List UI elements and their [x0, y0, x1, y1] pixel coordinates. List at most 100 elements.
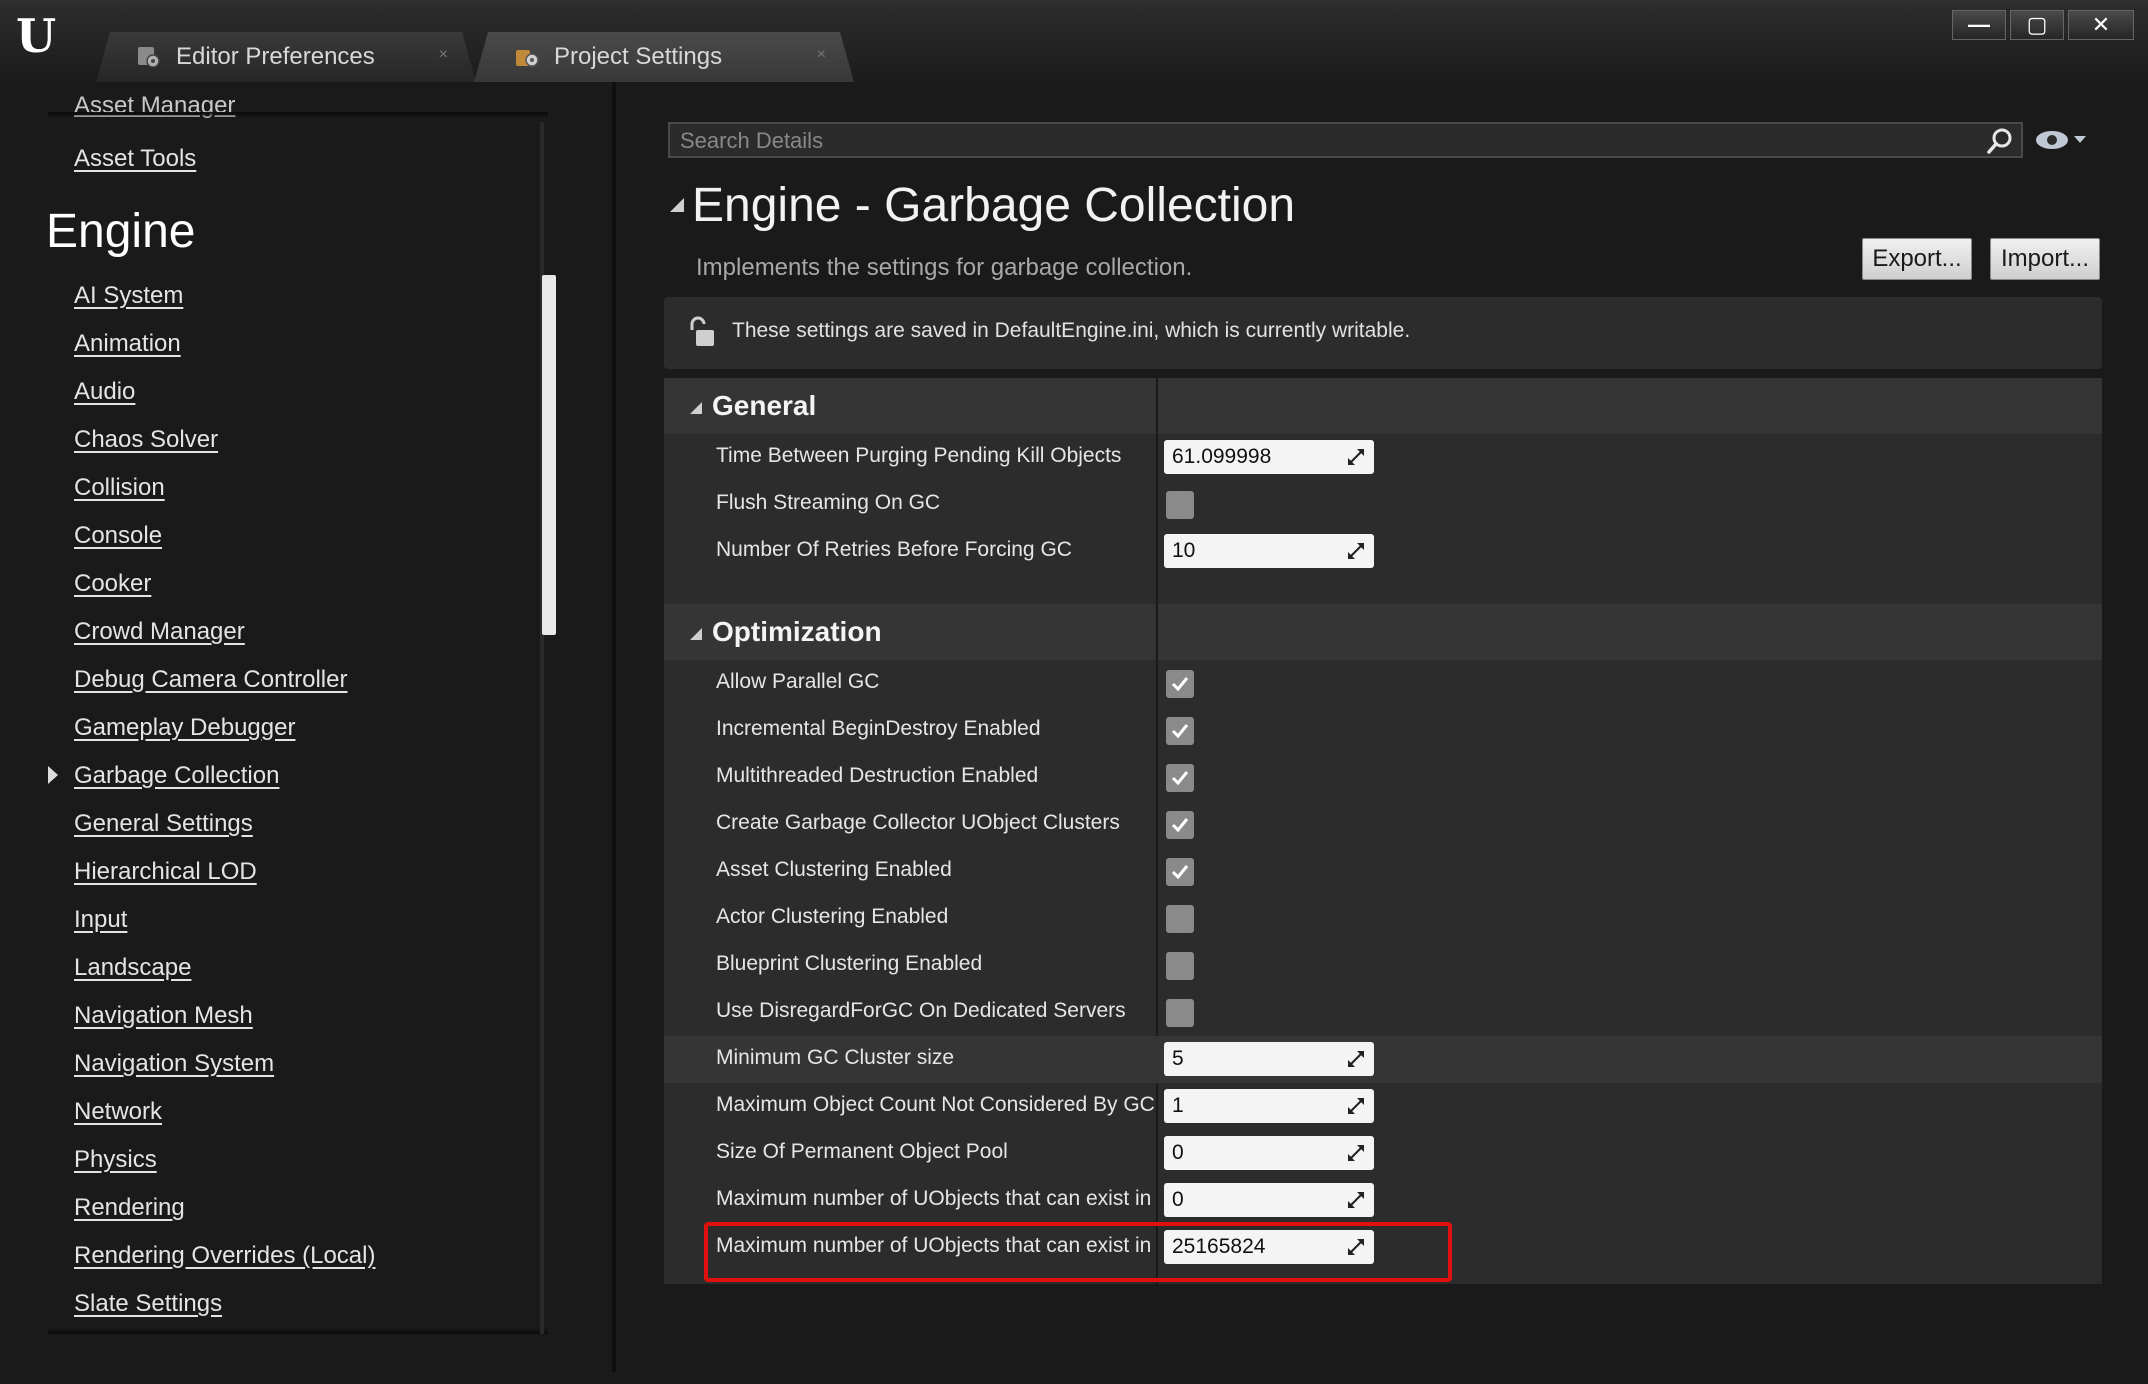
- tab-editor-preferences[interactable]: Editor Preferences ×: [96, 32, 476, 82]
- sidebar-item-input[interactable]: Input: [74, 906, 127, 934]
- main-area: Asset Manager Asset Tools Engine AI Syst…: [0, 82, 2148, 1384]
- sidebar-section-engine: Engine: [46, 205, 196, 258]
- checkbox-unchecked[interactable]: [1166, 952, 1194, 980]
- property-label: Allow Parallel GC: [716, 670, 880, 693]
- property-row: Incremental BeginDestroy Enabled: [664, 707, 2102, 754]
- sidebar-item-general-settings[interactable]: General Settings: [74, 810, 253, 838]
- property-row: Maximum number of UObjects that can exis…: [664, 1177, 2102, 1224]
- collapse-arrow-icon[interactable]: [670, 198, 684, 212]
- minimize-icon: —: [1968, 12, 1990, 37]
- export-button[interactable]: Export...: [1862, 238, 1972, 280]
- sidebar-item-network[interactable]: Network: [74, 1098, 162, 1126]
- sidebar-item-audio[interactable]: Audio: [74, 378, 135, 406]
- view-options-eye-icon[interactable]: [2034, 128, 2090, 152]
- number-value: 5: [1172, 1047, 1184, 1070]
- sidebar-item-landscape[interactable]: Landscape: [74, 954, 191, 982]
- property-row: Blueprint Clustering Enabled: [664, 942, 2102, 989]
- spin-arrows-icon[interactable]: [1346, 1143, 1366, 1163]
- sidebar-bottom-shadow: [48, 1328, 548, 1334]
- close-tab-icon[interactable]: ×: [439, 46, 448, 64]
- property-row: Maximum Object Count Not Considered By G…: [664, 1083, 2102, 1130]
- sidebar-item-debug-camera-controller[interactable]: Debug Camera Controller: [74, 666, 347, 694]
- number-input[interactable]: 10: [1164, 534, 1374, 568]
- property-label: Maximum number of UObjects that can exis…: [716, 1187, 1152, 1210]
- property-row: Use DisregardForGC On Dedicated Servers: [664, 989, 2102, 1036]
- sidebar-item-slate-settings[interactable]: Slate Settings: [74, 1290, 222, 1318]
- panel-splitter[interactable]: [612, 82, 616, 1372]
- close-window-button[interactable]: ✕: [2068, 10, 2134, 40]
- logo-text: U: [15, 9, 57, 63]
- property-label: Create Garbage Collector UObject Cluster…: [716, 811, 1120, 834]
- project-settings-icon: [514, 44, 540, 70]
- number-input[interactable]: 61.099998: [1164, 440, 1374, 474]
- sidebar-item-chaos-solver[interactable]: Chaos Solver: [74, 426, 218, 454]
- sidebar-item-garbage-collection[interactable]: Garbage Collection: [74, 762, 279, 790]
- sidebar-item-asset-tools[interactable]: Asset Tools: [74, 145, 196, 173]
- highlight-annotation-box: [704, 1222, 1452, 1282]
- number-input[interactable]: 5: [1164, 1042, 1374, 1076]
- minimize-button[interactable]: —: [1952, 10, 2006, 40]
- search-details-input[interactable]: Search Details: [668, 122, 2023, 158]
- search-icon[interactable]: [1985, 126, 2015, 156]
- tab-project-settings[interactable]: Project Settings ×: [474, 32, 854, 82]
- sidebar-item-rendering-overrides-local[interactable]: Rendering Overrides (Local): [74, 1242, 375, 1270]
- sidebar-item-collision[interactable]: Collision: [74, 474, 165, 502]
- category-general: General Time Between Purging Pending Kil…: [664, 378, 2102, 604]
- sidebar-item-gameplay-debugger[interactable]: Gameplay Debugger: [74, 714, 295, 742]
- number-input[interactable]: 0: [1164, 1136, 1374, 1170]
- import-button[interactable]: Import...: [1990, 238, 2100, 280]
- category-header[interactable]: General: [664, 378, 2102, 434]
- checkbox-checked[interactable]: [1166, 764, 1194, 792]
- page-title: Engine - Garbage Collection: [692, 179, 1296, 232]
- sidebar-item-hierarchical-lod[interactable]: Hierarchical LOD: [74, 858, 257, 886]
- tab-label: Project Settings: [554, 43, 723, 70]
- sidebar-item-ai-system[interactable]: AI System: [74, 282, 183, 310]
- sidebar-item-console[interactable]: Console: [74, 522, 162, 550]
- number-input[interactable]: 0: [1164, 1183, 1374, 1217]
- notice-text: These settings are saved in DefaultEngin…: [732, 319, 1411, 342]
- close-icon: ✕: [2091, 12, 2111, 37]
- category-header[interactable]: Optimization: [664, 604, 2102, 660]
- preferences-icon: [136, 44, 162, 70]
- selected-arrow-icon: [48, 766, 58, 784]
- checkbox-unchecked[interactable]: [1166, 491, 1194, 519]
- property-label: Maximum Object Count Not Considered By G…: [716, 1093, 1155, 1116]
- spin-arrows-icon[interactable]: [1346, 447, 1366, 467]
- sidebar-item-navigation-mesh[interactable]: Navigation Mesh: [74, 1002, 253, 1030]
- sidebar-item-cooker[interactable]: Cooker: [74, 570, 151, 598]
- config-notice-banner: These settings are saved in DefaultEngin…: [664, 297, 2102, 369]
- property-label: Incremental BeginDestroy Enabled: [716, 717, 1041, 740]
- checkbox-unchecked[interactable]: [1166, 905, 1194, 933]
- number-input[interactable]: 1: [1164, 1089, 1374, 1123]
- sidebar-item-navigation-system[interactable]: Navigation System: [74, 1050, 274, 1078]
- checkbox-unchecked[interactable]: [1166, 999, 1194, 1027]
- checkbox-checked[interactable]: [1166, 717, 1194, 745]
- sidebar-item-rendering[interactable]: Rendering: [74, 1194, 185, 1222]
- checkbox-checked[interactable]: [1166, 858, 1194, 886]
- checkbox-checked[interactable]: [1166, 811, 1194, 839]
- spin-arrows-icon[interactable]: [1346, 1190, 1366, 1210]
- category-title: Optimization: [712, 616, 882, 647]
- property-label: Number Of Retries Before Forcing GC: [716, 538, 1072, 561]
- spin-arrows-icon[interactable]: [1346, 1096, 1366, 1116]
- checkbox-checked[interactable]: [1166, 670, 1194, 698]
- sidebar-scrollbar-thumb[interactable]: [542, 275, 556, 635]
- checkmark-icon: [1171, 771, 1189, 786]
- number-value: 61.099998: [1172, 445, 1272, 468]
- property-row: Actor Clustering Enabled: [664, 895, 2102, 942]
- sidebar-item-crowd-manager[interactable]: Crowd Manager: [74, 618, 245, 646]
- sidebar-item-physics[interactable]: Physics: [74, 1146, 157, 1174]
- settings-sidebar: Asset Manager Asset Tools Engine AI Syst…: [8, 82, 548, 1372]
- spin-arrows-icon[interactable]: [1346, 1049, 1366, 1069]
- property-label: Size Of Permanent Object Pool: [716, 1140, 1008, 1163]
- property-row: Multithreaded Destruction Enabled: [664, 754, 2102, 801]
- sidebar-item-animation[interactable]: Animation: [74, 330, 181, 358]
- property-row: Minimum GC Cluster size 5: [664, 1036, 2102, 1083]
- spin-arrows-icon[interactable]: [1346, 541, 1366, 561]
- property-row: Create Garbage Collector UObject Cluster…: [664, 801, 2102, 848]
- number-value: 0: [1172, 1141, 1184, 1164]
- number-value: 0: [1172, 1188, 1184, 1211]
- close-tab-icon[interactable]: ×: [817, 46, 826, 64]
- unreal-logo-icon[interactable]: U: [10, 10, 62, 62]
- maximize-button[interactable]: ▢: [2010, 10, 2064, 40]
